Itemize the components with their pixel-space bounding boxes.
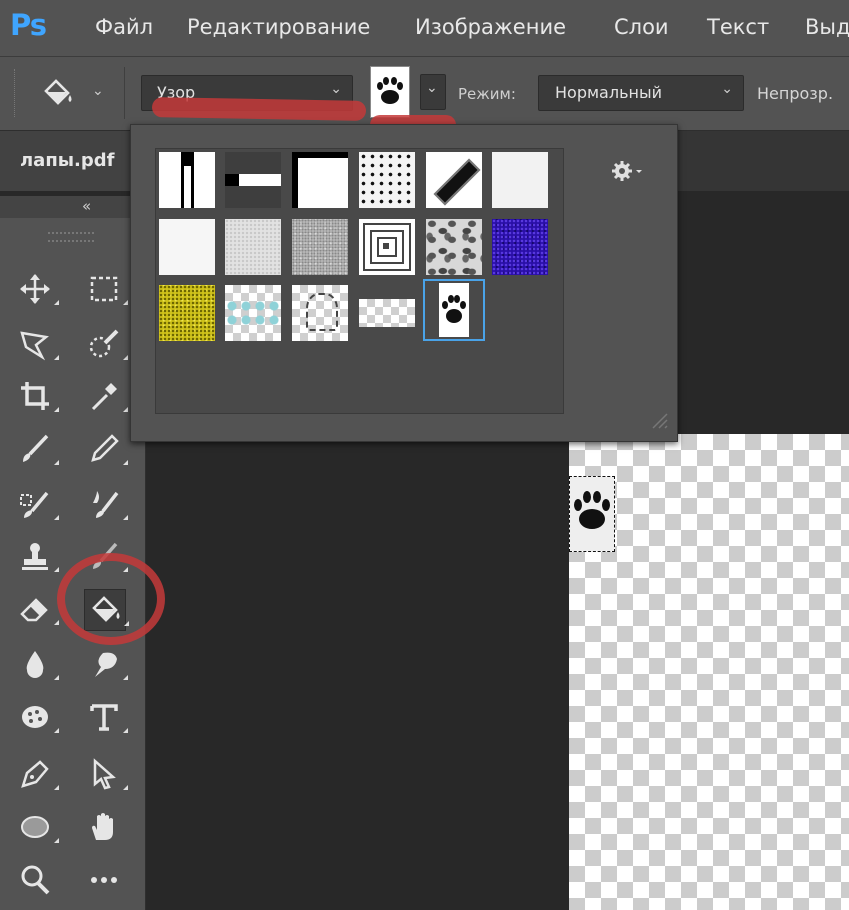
paw-print-icon [570, 477, 614, 551]
pattern-swatch-sketch[interactable] [292, 285, 348, 341]
pattern-swatch-cyan-pattern[interactable] [225, 285, 281, 341]
pattern-swatch-dense-noise[interactable] [292, 219, 348, 275]
quick-selection-icon[interactable] [84, 324, 128, 364]
chevron-down-icon: ⌄ [721, 81, 733, 97]
annotation-underline [151, 97, 367, 121]
path-select-icon[interactable] [84, 754, 128, 794]
pattern-swatch-paw-print[interactable] [423, 279, 485, 341]
crop-icon[interactable] [15, 376, 59, 416]
document-tab[interactable]: лапы.pdf [0, 131, 135, 191]
pattern-swatch-small-tiles[interactable] [359, 285, 415, 341]
blur-brush-icon[interactable] [84, 484, 128, 524]
pattern-dropdown-arrow[interactable]: ⌄ [420, 74, 446, 110]
lasso-icon[interactable] [15, 324, 59, 364]
eyedropper-icon[interactable] [84, 376, 128, 416]
type-icon[interactable] [84, 697, 128, 737]
options-bar: ⌄ Узор ⌄ ⌄ Режим: Нормальный ⌄ Непрозр. [0, 57, 849, 135]
pattern-swatch-camouflage[interactable] [426, 219, 482, 275]
mode-label: Режим: [458, 85, 516, 103]
options-divider [124, 67, 125, 119]
blend-mode-value: Нормальный [555, 83, 662, 102]
marquee-icon[interactable] [84, 269, 128, 309]
pen-icon[interactable] [15, 754, 59, 794]
tools-panel: « [0, 196, 165, 910]
menu-bar: Ps Файл Редактирование Изображение Слои … [0, 0, 849, 57]
ellipse-icon[interactable] [15, 807, 59, 847]
tool-preset-picker[interactable]: ⌄ [38, 75, 110, 111]
menu-image[interactable]: Изображение [415, 15, 566, 39]
pattern-picker-popup [130, 124, 678, 442]
menu-type[interactable]: Текст [707, 15, 769, 39]
clone-brush-icon[interactable] [15, 484, 59, 524]
options-grip [14, 69, 16, 117]
blend-mode-select[interactable]: Нормальный ⌄ [538, 75, 744, 111]
menu-select[interactable]: Выд [805, 15, 849, 39]
chevron-down-icon: ⌄ [330, 81, 342, 97]
paint-bucket-icon [44, 79, 72, 105]
more-icon[interactable] [84, 860, 124, 900]
pattern-swatch-vertical-bar[interactable] [159, 152, 215, 208]
stamp-icon[interactable] [15, 536, 59, 576]
sponge-icon[interactable] [15, 697, 59, 737]
opacity-label: Непрозр. [757, 84, 834, 103]
photoshop-logo: Ps [10, 8, 47, 42]
paw-pattern-selection[interactable] [569, 476, 615, 552]
pattern-swatch-gray-noise[interactable] [225, 219, 281, 275]
pattern-swatch-white-noise[interactable] [159, 219, 215, 275]
pattern-swatch-yellow-noise[interactable] [159, 285, 215, 341]
menu-layers[interactable]: Слои [614, 15, 669, 39]
pattern-swatch-purple-noise[interactable] [492, 219, 548, 275]
chevron-down-icon: ⌄ [92, 83, 104, 99]
brush-icon[interactable] [15, 429, 59, 469]
tools-panel-header: « [0, 196, 145, 218]
menu-edit[interactable]: Редактирование [187, 15, 370, 39]
chevron-down-icon: ⌄ [426, 80, 438, 96]
canvas-document[interactable] [569, 434, 849, 910]
paw-print-thumbnail [370, 66, 410, 118]
smudge-icon[interactable] [84, 644, 128, 684]
collapse-panel-icon[interactable]: « [82, 197, 91, 215]
menu-file[interactable]: Файл [95, 15, 153, 39]
pattern-grid [155, 148, 564, 414]
hand-icon[interactable] [84, 807, 124, 847]
pencil-icon[interactable] [84, 429, 128, 469]
pattern-swatch-light-noise[interactable] [492, 152, 548, 208]
paw-print-thumbnail [439, 283, 469, 337]
pattern-picker-button[interactable]: ⌄ [366, 66, 446, 118]
zoom-icon[interactable] [15, 860, 55, 900]
pattern-swatch-horizontal-bar[interactable] [225, 152, 281, 208]
annotation-circle [57, 553, 165, 645]
eraser-icon[interactable] [15, 589, 59, 629]
move-icon[interactable] [15, 269, 59, 309]
document-tab-title: лапы.pdf [20, 150, 115, 171]
pattern-swatch-diagonal[interactable] [426, 152, 482, 208]
pattern-swatch-concentric-squares[interactable] [359, 219, 415, 275]
gear-icon[interactable] [611, 159, 645, 183]
drop-icon[interactable] [15, 644, 59, 684]
pattern-swatch-frame[interactable] [292, 152, 348, 208]
resize-grip-icon[interactable] [649, 410, 669, 430]
panel-grip [48, 232, 94, 242]
pattern-swatch-dots[interactable] [359, 152, 415, 208]
